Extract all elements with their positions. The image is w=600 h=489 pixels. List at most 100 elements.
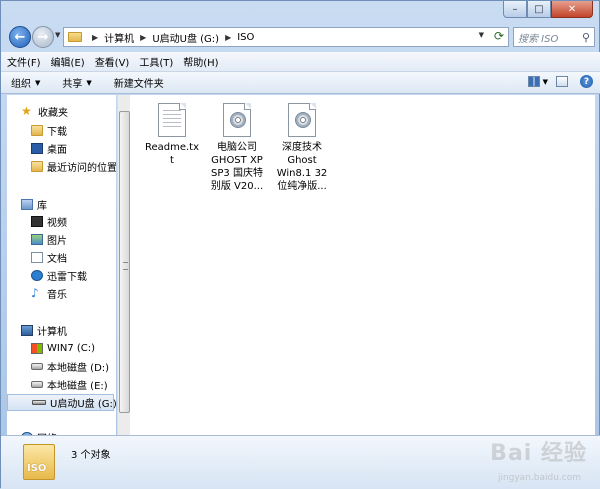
- search-box[interactable]: 搜索 ISO ⚲: [513, 27, 595, 47]
- refresh-icon[interactable]: ⟳: [494, 29, 504, 43]
- file-name-line: Ghost: [287, 155, 317, 166]
- nav-drive-e[interactable]: 本地磁盘 (E:): [31, 376, 108, 393]
- nav-desktop[interactable]: 桌面: [31, 140, 67, 157]
- file-name-line: Win8.1 32: [276, 168, 328, 179]
- nav-xunlei[interactable]: 迅雷下载: [31, 267, 87, 284]
- preview-pane-icon[interactable]: [556, 76, 568, 87]
- nav-libraries[interactable]: 库: [21, 196, 47, 213]
- search-input[interactable]: 搜索 ISO: [518, 30, 558, 45]
- forward-arrow-icon: →: [37, 29, 49, 45]
- menu-help[interactable]: 帮助(H): [183, 54, 218, 69]
- back-button[interactable]: ←: [9, 26, 31, 48]
- breadcrumb-computer[interactable]: 计算机: [104, 30, 134, 45]
- command-bar: 组织 ▼ 共享 ▼ 新建文件夹 ▼ ?: [1, 72, 600, 94]
- system-drive-icon: [31, 343, 43, 354]
- view-controls: ▼ ?: [520, 75, 593, 88]
- search-icon[interactable]: ⚲: [582, 31, 590, 44]
- item-count: 3 个对象: [71, 450, 111, 461]
- back-arrow-icon: ←: [14, 29, 26, 45]
- chevron-down-icon: ▼: [86, 78, 92, 87]
- folder-icon: ISO: [23, 444, 55, 480]
- nav-label: 下载: [47, 127, 67, 138]
- nav-label: 收藏夹: [38, 108, 68, 119]
- library-icon: [21, 199, 33, 210]
- nav-videos[interactable]: 视频: [31, 213, 67, 230]
- menu-edit[interactable]: 编辑(E): [51, 54, 85, 69]
- star-icon: ★: [21, 104, 32, 118]
- nav-drive-d[interactable]: 本地磁盘 (D:): [31, 358, 109, 375]
- nav-label: 本地磁盘 (D:): [47, 363, 110, 374]
- menu-file[interactable]: 文件(F): [7, 54, 41, 69]
- file-name-line: 别版 V20...: [210, 181, 264, 192]
- file-item-xp-iso[interactable]: 电脑公司 GHOST XP SP3 国庆特 别版 V20...: [205, 103, 269, 193]
- nav-label: 音乐: [47, 290, 67, 301]
- nav-label: 计算机: [37, 327, 67, 338]
- maximize-button[interactable]: □: [527, 1, 551, 18]
- explorer-window: – □ ✕ ← → ▼ ▶ 计算机 ▶ U启动U盘 (G:) ▶ ISO ▼ ⟳…: [0, 0, 600, 489]
- file-name-line: 位纯净版...: [277, 181, 327, 192]
- nav-downloads[interactable]: 下载: [31, 122, 67, 139]
- minimize-button[interactable]: –: [503, 1, 527, 18]
- caption-buttons: – □ ✕: [503, 1, 593, 19]
- close-button[interactable]: ✕: [551, 1, 593, 18]
- help-icon[interactable]: ?: [580, 75, 593, 88]
- nav-label: 文档: [47, 254, 67, 265]
- chevron-right-icon[interactable]: ▶: [225, 33, 231, 42]
- share-label: 共享: [62, 79, 83, 90]
- recent-places-icon: [31, 161, 43, 172]
- breadcrumb-iso[interactable]: ISO: [237, 32, 254, 43]
- desktop-icon: [31, 143, 43, 154]
- nav-recent[interactable]: 最近访问的位置: [31, 158, 116, 175]
- new-folder-button[interactable]: 新建文件夹: [114, 75, 164, 90]
- nav-documents[interactable]: 文档: [31, 249, 67, 266]
- picture-icon: [31, 234, 43, 245]
- share-button[interactable]: 共享 ▼: [62, 75, 92, 91]
- file-item-win81-iso[interactable]: 深度技术 Ghost Win8.1 32 位纯净版...: [270, 103, 334, 193]
- watermark-url: jingyan.baidu.com: [497, 473, 581, 483]
- file-name-line: GHOST XP: [211, 155, 263, 166]
- nav-favorites[interactable]: ★ 收藏夹: [21, 103, 68, 120]
- nav-label: 图片: [47, 236, 67, 247]
- file-item-readme[interactable]: Readme.tx t: [140, 103, 204, 167]
- hard-drive-icon: [31, 381, 43, 388]
- nav-label: U启动U盘 (G:): [50, 399, 116, 410]
- nav-drive-g[interactable]: U启动U盘 (G:): [7, 394, 116, 411]
- menu-view[interactable]: 查看(V): [95, 54, 130, 69]
- nav-pictures[interactable]: 图片: [31, 231, 67, 248]
- chevron-right-icon[interactable]: ▶: [140, 33, 146, 42]
- menu-bar: 文件(F) 编辑(E) 查看(V) 工具(T) 帮助(H): [1, 52, 600, 72]
- folder-icon: [68, 32, 82, 42]
- grip-icon: [123, 262, 128, 270]
- change-view-icon[interactable]: [527, 76, 540, 87]
- file-list: Readme.tx t 电脑公司 GHOST XP SP3 国庆特 别版 V20…: [130, 95, 595, 435]
- nav-label: 库: [37, 201, 47, 212]
- forward-button[interactable]: →: [32, 26, 54, 48]
- file-name-line: t: [170, 155, 174, 166]
- nav-drive-c[interactable]: WIN7 (C:): [31, 340, 95, 357]
- disc-image-icon: [288, 103, 316, 137]
- menu-tools[interactable]: 工具(T): [139, 54, 173, 69]
- hard-drive-icon: [31, 363, 43, 370]
- usb-drive-icon: [32, 400, 46, 405]
- scrollbar-thumb[interactable]: [119, 111, 130, 413]
- chevron-right-icon[interactable]: ▶: [92, 33, 98, 42]
- organize-button[interactable]: 组织 ▼: [11, 75, 40, 91]
- nav-label: 本地磁盘 (E:): [47, 381, 108, 392]
- recent-pages-dropdown[interactable]: ▼: [55, 31, 60, 39]
- text-file-icon: [158, 103, 186, 137]
- music-note-icon: ♪: [31, 286, 39, 300]
- nav-label: 视频: [47, 218, 67, 229]
- view-dropdown-icon[interactable]: ▼: [543, 78, 548, 86]
- nav-music[interactable]: ♪ 音乐: [31, 285, 67, 302]
- nav-label: 最近访问的位置: [47, 163, 116, 174]
- nav-scrollbar[interactable]: [117, 95, 130, 435]
- disc-image-icon: [223, 103, 251, 137]
- file-name-line: 深度技术: [282, 142, 322, 153]
- new-folder-label: 新建文件夹: [113, 79, 164, 90]
- address-bar[interactable]: ▶ 计算机 ▶ U启动U盘 (G:) ▶ ISO ▼ ⟳: [63, 27, 509, 47]
- address-dropdown-icon[interactable]: ▼: [479, 31, 484, 39]
- nav-computer[interactable]: 计算机: [21, 322, 67, 339]
- address-row: ← → ▼ ▶ 计算机 ▶ U启动U盘 (G:) ▶ ISO ▼ ⟳ 搜索 IS…: [1, 25, 600, 51]
- breadcrumb-usb-drive[interactable]: U启动U盘 (G:): [152, 30, 219, 45]
- video-icon: [31, 216, 43, 227]
